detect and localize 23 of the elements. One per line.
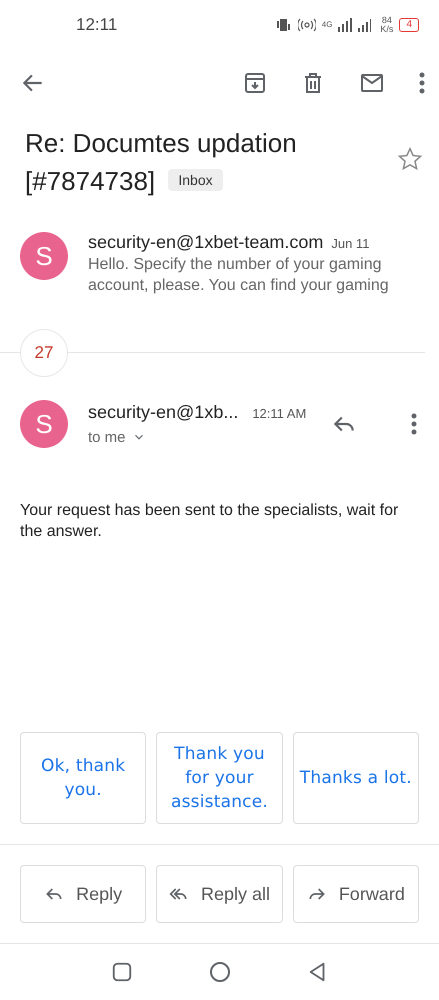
recipient-label: to me: [88, 428, 126, 446]
message-snippet: Hello. Specify the number of your gaming account, please. You can find your gaming: [88, 255, 390, 296]
smart-reply-button[interactable]: Thank you for your assistance.: [156, 732, 283, 824]
battery-level: 4: [399, 18, 419, 32]
sender-avatar: S: [20, 232, 68, 280]
sender-address: security-en@1xb...: [88, 402, 238, 422]
message-date: Jun 11: [331, 236, 370, 251]
smart-reply-button[interactable]: Thanks a lot.: [292, 732, 419, 824]
message-time: 12:11 AM: [252, 406, 306, 420]
hidden-messages-count[interactable]: 27: [20, 329, 68, 377]
sender-avatar: S: [20, 400, 68, 448]
speed-value: 84: [382, 16, 392, 25]
forward-button[interactable]: Forward: [292, 865, 419, 923]
smart-reply-button[interactable]: Ok, thank you.: [20, 732, 146, 824]
speed-unit: K/s: [380, 25, 394, 34]
message-body: Your request has been sent to the specialists, wait for the answer.: [19, 501, 400, 542]
network-type: 4G: [322, 21, 332, 29]
inbox-label: Inbox: [168, 169, 223, 192]
sender-address: security-en@1xbet-team.com: [88, 232, 324, 253]
reply-all-button[interactable]: Reply all: [156, 865, 283, 923]
email-subject: Re: Documtes updation [#7874738] Inbox: [25, 127, 298, 198]
clock: 12:11: [76, 15, 118, 35]
reply-button[interactable]: Reply: [20, 865, 146, 923]
